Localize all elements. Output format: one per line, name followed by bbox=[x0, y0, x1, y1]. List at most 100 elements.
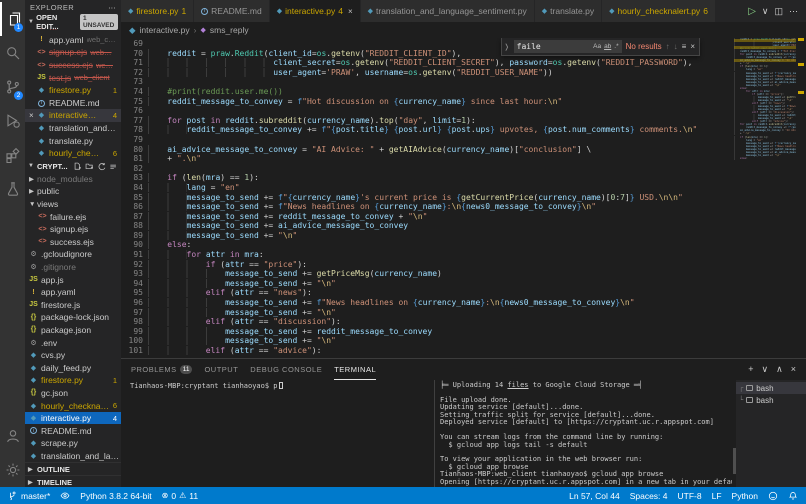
encoding-item[interactable]: UTF-8 bbox=[678, 491, 702, 501]
panel-tab-problems[interactable]: PROBLEMS11 bbox=[131, 359, 192, 380]
workspace-header[interactable]: ▼ CRYPT... bbox=[25, 160, 121, 173]
activity-explorer[interactable]: 1 bbox=[0, 2, 25, 36]
find-previous-icon[interactable]: ↑ bbox=[666, 42, 670, 51]
new-terminal-icon[interactable]: + bbox=[748, 364, 753, 375]
new-folder-icon[interactable] bbox=[85, 162, 94, 171]
terminal-pane-right[interactable]: ╞═ Uploading 14 files to Google Cloud St… bbox=[435, 380, 732, 487]
code-text: else: bbox=[143, 240, 191, 250]
python-interpreter-item[interactable]: Python 3.8.2 64-bit bbox=[80, 491, 151, 501]
tree-item-firestore-py[interactable]: ◆firestore.py1 bbox=[25, 374, 121, 387]
refresh-icon[interactable] bbox=[97, 162, 106, 171]
tab-translate-py[interactable]: ◆translate.py bbox=[535, 0, 602, 22]
run-button[interactable]: ▷ bbox=[748, 6, 756, 17]
open-editor-item[interactable]: ◆translate.py bbox=[25, 134, 121, 147]
tab-README-md[interactable]: iREADME.md bbox=[194, 0, 270, 22]
tree-item-translation-and-lan-[interactable]: ◆translation_and_lan… bbox=[25, 450, 121, 463]
close-icon[interactable]: × bbox=[29, 111, 37, 120]
timeline-header[interactable]: ▶ TIMELINE bbox=[25, 475, 121, 487]
find-input[interactable]: faile Aa ab .* bbox=[514, 40, 622, 53]
tree-item-README-md[interactable]: iREADME.md bbox=[25, 424, 121, 437]
tree-item-node-modules[interactable]: ▶node_modules bbox=[25, 173, 121, 186]
activity-search[interactable] bbox=[0, 36, 25, 70]
open-editor-item[interactable]: <>success.ejswe… bbox=[25, 59, 121, 72]
tree-item-public[interactable]: ▶public bbox=[25, 185, 121, 198]
open-editor-item[interactable]: ◆translation_and… bbox=[25, 122, 121, 135]
open-editor-item[interactable]: JStest.jsweb_client bbox=[25, 71, 121, 84]
breadcrumb-file[interactable]: interactive.py bbox=[140, 25, 190, 35]
find-in-selection-icon[interactable]: ≡ bbox=[682, 42, 687, 51]
activity-settings[interactable] bbox=[0, 453, 25, 487]
tab-translation-and-language-sentiment-py[interactable]: ◆translation_and_language_sentiment.py bbox=[361, 0, 535, 22]
tree-item-package-json[interactable]: {}package.json bbox=[25, 324, 121, 337]
close-panel-icon[interactable]: × bbox=[791, 364, 796, 375]
open-editor-item[interactable]: !app.yamlweb_c… bbox=[25, 34, 121, 47]
tree-item--gitignore[interactable]: ⚙.gitignore bbox=[25, 261, 121, 274]
terminal-tab-bash[interactable]: ┌bash bbox=[736, 382, 806, 394]
regex-icon[interactable]: .* bbox=[614, 43, 618, 50]
split-editor-icon[interactable]: ◫ bbox=[774, 6, 783, 17]
tree-item-gc-json[interactable]: {}gc.json bbox=[25, 387, 121, 400]
more-actions-icon[interactable]: ⋯ bbox=[108, 3, 116, 12]
new-file-icon[interactable] bbox=[73, 162, 82, 171]
terminal-tab-bash[interactable]: └bash bbox=[736, 394, 806, 406]
activity-extensions[interactable] bbox=[0, 138, 25, 172]
eol-item[interactable]: LF bbox=[712, 491, 722, 501]
watch-item[interactable] bbox=[60, 491, 70, 501]
tree-item--env[interactable]: ⚙.env bbox=[25, 336, 121, 349]
find-next-icon[interactable]: ↓ bbox=[674, 42, 678, 51]
maximize-panel-icon[interactable]: ∧ bbox=[776, 364, 783, 375]
activity-scm[interactable]: 2 bbox=[0, 70, 25, 104]
tree-item-signup-ejs[interactable]: <>signup.ejs bbox=[25, 223, 121, 236]
activity-debug[interactable] bbox=[0, 104, 25, 138]
tree-item--gcloudignore[interactable]: ⚙.gcloudignore bbox=[25, 248, 121, 261]
find-toggle-chevron-icon[interactable]: ❭ bbox=[504, 43, 510, 51]
tab-firestore-py[interactable]: ◆firestore.py1 bbox=[121, 0, 194, 22]
tree-item-hourly-checkna-[interactable]: ◆hourly_checkna…6 bbox=[25, 399, 121, 412]
open-editor-item[interactable]: iREADME.md bbox=[25, 97, 121, 110]
terminal-scrollbar[interactable] bbox=[732, 380, 736, 487]
tree-item-app-js[interactable]: JSapp.js bbox=[25, 273, 121, 286]
whole-word-icon[interactable]: ab bbox=[604, 43, 611, 50]
panel-tab-terminal[interactable]: TERMINAL bbox=[334, 359, 376, 380]
problems-summary-item[interactable]: ⊗0⚠11 bbox=[162, 491, 198, 501]
panel-tab-debug-console[interactable]: DEBUG CONSOLE bbox=[250, 359, 322, 380]
outline-header[interactable]: ▶ OUTLINE bbox=[25, 462, 121, 475]
tree-item-failure-ejs[interactable]: <>failure.ejs bbox=[25, 210, 121, 223]
activity-testing[interactable] bbox=[0, 172, 25, 206]
tree-item-interactive-py[interactable]: ◆interactive.py4 bbox=[25, 412, 121, 425]
tab-interactive-py[interactable]: ◆interactive.py4× bbox=[270, 0, 361, 22]
tree-item-app-yaml[interactable]: !app.yaml bbox=[25, 286, 121, 299]
open-editor-item[interactable]: ×◆interactive…4 bbox=[25, 109, 121, 122]
git-branch-item[interactable]: master* bbox=[8, 491, 50, 501]
tree-item-daily-feed-py[interactable]: ◆daily_feed.py bbox=[25, 361, 121, 374]
tree-item-firestore-js[interactable]: JSfirestore.js bbox=[25, 298, 121, 311]
tree-item-cvs-py[interactable]: ◆cvs.py bbox=[25, 349, 121, 362]
open-editor-item[interactable]: <>signup.ejsweb… bbox=[25, 46, 121, 59]
language-mode-item[interactable]: Python bbox=[732, 491, 758, 501]
open-editor-item[interactable]: ◆firestore.py1 bbox=[25, 84, 121, 97]
tree-item-success-ejs[interactable]: <>success.ejs bbox=[25, 236, 121, 249]
tree-item-scrape-py[interactable]: ◆scrape.py bbox=[25, 437, 121, 450]
breadcrumb-symbol[interactable]: sms_reply bbox=[210, 25, 249, 35]
terminal-pane-left[interactable]: Tianhaos-MBP:cryptant tianhaoyao$ p bbox=[121, 380, 435, 487]
activity-account[interactable] bbox=[0, 419, 25, 453]
tree-item-package-lock-json[interactable]: {}package-lock.json bbox=[25, 311, 121, 324]
open-editor-item[interactable]: ◆hourly_che…6 bbox=[25, 147, 121, 160]
tree-item-views[interactable]: ▼views bbox=[25, 198, 121, 211]
code-editor[interactable]: 6970 reddit = praw.Reddit(client_id=os.g… bbox=[121, 38, 734, 358]
run-dropdown-icon[interactable]: ∨ bbox=[762, 6, 769, 17]
tab-hourly-checknalert-py[interactable]: ◆hourly_checknalert.py6 bbox=[602, 0, 716, 22]
match-case-icon[interactable]: Aa bbox=[593, 43, 601, 50]
minimap[interactable]: reddit = praw.Reddit(client_id=os.getenv… bbox=[734, 38, 796, 358]
panel-tab-output[interactable]: OUTPUT bbox=[204, 359, 238, 380]
collapse-all-icon[interactable] bbox=[109, 162, 118, 171]
find-close-icon[interactable]: × bbox=[690, 42, 695, 51]
tab-close-icon[interactable]: × bbox=[348, 7, 353, 16]
indentation-item[interactable]: Spaces: 4 bbox=[630, 491, 668, 501]
terminal-dropdown-icon[interactable]: ∨ bbox=[762, 364, 769, 375]
cursor-position-item[interactable]: Ln 57, Col 44 bbox=[569, 491, 620, 501]
open-editors-header[interactable]: ▼ OPEN EDIT... 1 UNSAVED bbox=[25, 15, 121, 28]
feedback-item[interactable] bbox=[768, 491, 778, 501]
notifications-item[interactable] bbox=[788, 491, 798, 501]
more-actions-icon[interactable]: ⋯ bbox=[789, 6, 798, 17]
